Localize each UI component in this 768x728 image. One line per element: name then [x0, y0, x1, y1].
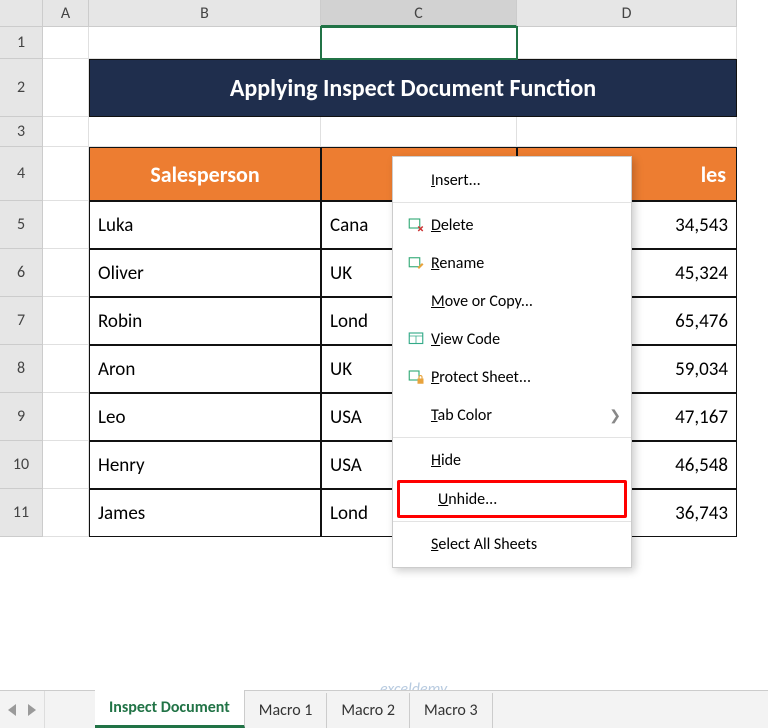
chevron-right-icon: ❯	[609, 407, 621, 424]
table-cell-name[interactable]: Robin	[89, 297, 321, 345]
row-header-10[interactable]: 10	[0, 441, 43, 489]
menu-separator	[393, 437, 631, 438]
tab-nav-next-icon[interactable]	[28, 704, 36, 716]
sheet-tabs: Inspect Document Macro 1 Macro 2 Macro 3	[45, 691, 493, 728]
sheet-tab-inspect-document[interactable]: Inspect Document	[95, 690, 245, 728]
row-headers: 1 2 3 4 5 6 7 8 9 10 11	[0, 27, 43, 537]
menu-item-label: Hide	[431, 451, 621, 470]
sheet-tab-macro-3[interactable]: Macro 3	[410, 693, 493, 728]
menu-item-label: View Code	[431, 330, 621, 349]
rename-icon	[401, 254, 431, 272]
menu-item-label: Insert...	[431, 171, 621, 190]
sheet-tab-context-menu: Insert... Delete Rename Move or Copy... View…	[392, 156, 632, 568]
cell[interactable]	[43, 147, 89, 201]
tab-nav-prev-icon[interactable]	[8, 704, 16, 716]
menu-separator	[393, 521, 631, 522]
menu-item-label: Rename	[431, 254, 621, 273]
cell[interactable]	[43, 441, 89, 489]
sheet-tab-macro-1[interactable]: Macro 1	[245, 693, 328, 728]
menu-item-label: Tab Color	[431, 406, 609, 425]
cell[interactable]	[43, 489, 89, 537]
cell[interactable]	[43, 201, 89, 249]
title-cell[interactable]: Applying Inspect Document Function	[89, 59, 737, 117]
table-cell-name[interactable]: Oliver	[89, 249, 321, 297]
menu-item-protect-sheet[interactable]: Protect Sheet...	[393, 358, 631, 396]
row-header-7[interactable]: 7	[0, 297, 43, 345]
menu-item-insert[interactable]: Insert...	[393, 161, 631, 199]
select-all-corner[interactable]	[0, 0, 43, 27]
row-header-1[interactable]: 1	[0, 27, 43, 59]
menu-item-label: Delete	[431, 216, 621, 235]
row-header-5[interactable]: 5	[0, 201, 43, 249]
table-cell-name[interactable]: Henry	[89, 441, 321, 489]
menu-separator	[393, 202, 631, 203]
sheet-tabs-bar: Inspect Document Macro 1 Macro 2 Macro 3	[0, 690, 768, 728]
col-header-A[interactable]: A	[43, 0, 89, 27]
cell[interactable]	[43, 345, 89, 393]
protect-icon	[401, 368, 431, 386]
cell[interactable]	[43, 27, 89, 59]
menu-item-unhide[interactable]: Unhide...	[397, 480, 627, 518]
menu-item-label: Protect Sheet...	[431, 368, 621, 387]
cell[interactable]	[517, 117, 737, 147]
table-cell-name[interactable]: Aron	[89, 345, 321, 393]
col-header-C[interactable]: C	[321, 0, 517, 27]
tab-nav-arrows	[0, 691, 45, 728]
menu-item-move-or-copy[interactable]: Move or Copy...	[393, 282, 631, 320]
cell[interactable]	[43, 117, 89, 147]
cell[interactable]	[43, 297, 89, 345]
menu-item-view-code[interactable]: View Code	[393, 320, 631, 358]
table-cell-name[interactable]: Luka	[89, 201, 321, 249]
sheet-tab-macro-2[interactable]: Macro 2	[327, 693, 410, 728]
column-headers: A B C D	[43, 0, 737, 27]
row-header-11[interactable]: 11	[0, 489, 43, 537]
viewcode-icon	[401, 330, 431, 348]
delete-icon	[401, 216, 431, 234]
menu-item-select-all-sheets[interactable]: Select All Sheets	[393, 525, 631, 563]
cell[interactable]	[43, 249, 89, 297]
menu-item-label: Unhide...	[438, 490, 614, 509]
menu-item-label: Select All Sheets	[431, 535, 621, 554]
menu-item-hide[interactable]: Hide	[393, 441, 631, 479]
menu-item-delete[interactable]: Delete	[393, 206, 631, 244]
row-header-4[interactable]: 4	[0, 147, 43, 201]
row-header-6[interactable]: 6	[0, 249, 43, 297]
menu-item-tab-color[interactable]: Tab Color❯	[393, 396, 631, 434]
cell[interactable]	[89, 117, 321, 147]
row-header-9[interactable]: 9	[0, 393, 43, 441]
menu-item-rename[interactable]: Rename	[393, 244, 631, 282]
cell[interactable]	[43, 393, 89, 441]
row-header-2[interactable]: 2	[0, 59, 43, 117]
col-header-D[interactable]: D	[517, 0, 737, 27]
table-header-salesperson[interactable]: Salesperson	[89, 147, 321, 201]
cell[interactable]	[517, 27, 737, 59]
active-cell[interactable]	[321, 27, 517, 59]
table-cell-name[interactable]: Leo	[89, 393, 321, 441]
menu-item-label: Move or Copy...	[431, 292, 621, 311]
row-header-3[interactable]: 3	[0, 117, 43, 147]
row-header-8[interactable]: 8	[0, 345, 43, 393]
table-cell-name[interactable]: James	[89, 489, 321, 537]
cell[interactable]	[43, 59, 89, 117]
col-header-B[interactable]: B	[89, 0, 321, 27]
cell[interactable]	[321, 117, 517, 147]
cell[interactable]	[89, 27, 321, 59]
